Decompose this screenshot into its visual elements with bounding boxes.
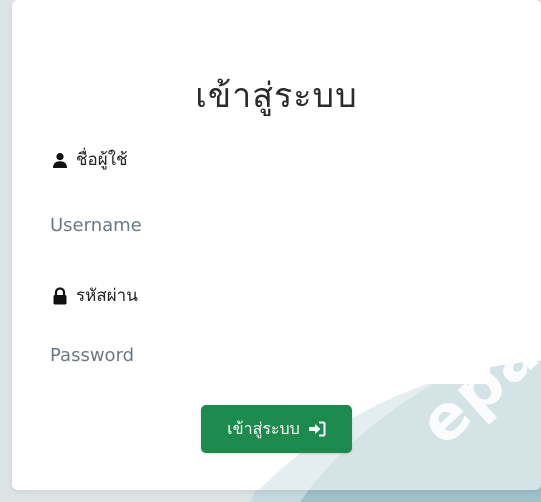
username-label: ชื่อผู้ใช้ xyxy=(52,146,128,173)
username-label-text: ชื่อผู้ใช้ xyxy=(76,150,128,170)
page-title: เข้าสู่ระบบ xyxy=(195,76,358,116)
login-button[interactable]: เข้าสู่ระบบ xyxy=(201,405,352,453)
login-page: เข้าสู่ระบบ ชื่อผู้ใช้ รหัสผ่าน เข้าสู่ร… xyxy=(0,0,541,502)
user-icon xyxy=(53,152,67,168)
username-input[interactable] xyxy=(40,196,490,254)
password-input[interactable] xyxy=(40,326,490,384)
password-label: รหัสผ่าน xyxy=(52,282,138,309)
login-button-label: เข้าสู่ระบบ xyxy=(227,418,300,438)
lock-icon xyxy=(53,286,67,304)
sign-in-icon xyxy=(308,421,326,437)
password-label-text: รหัสผ่าน xyxy=(76,286,138,306)
